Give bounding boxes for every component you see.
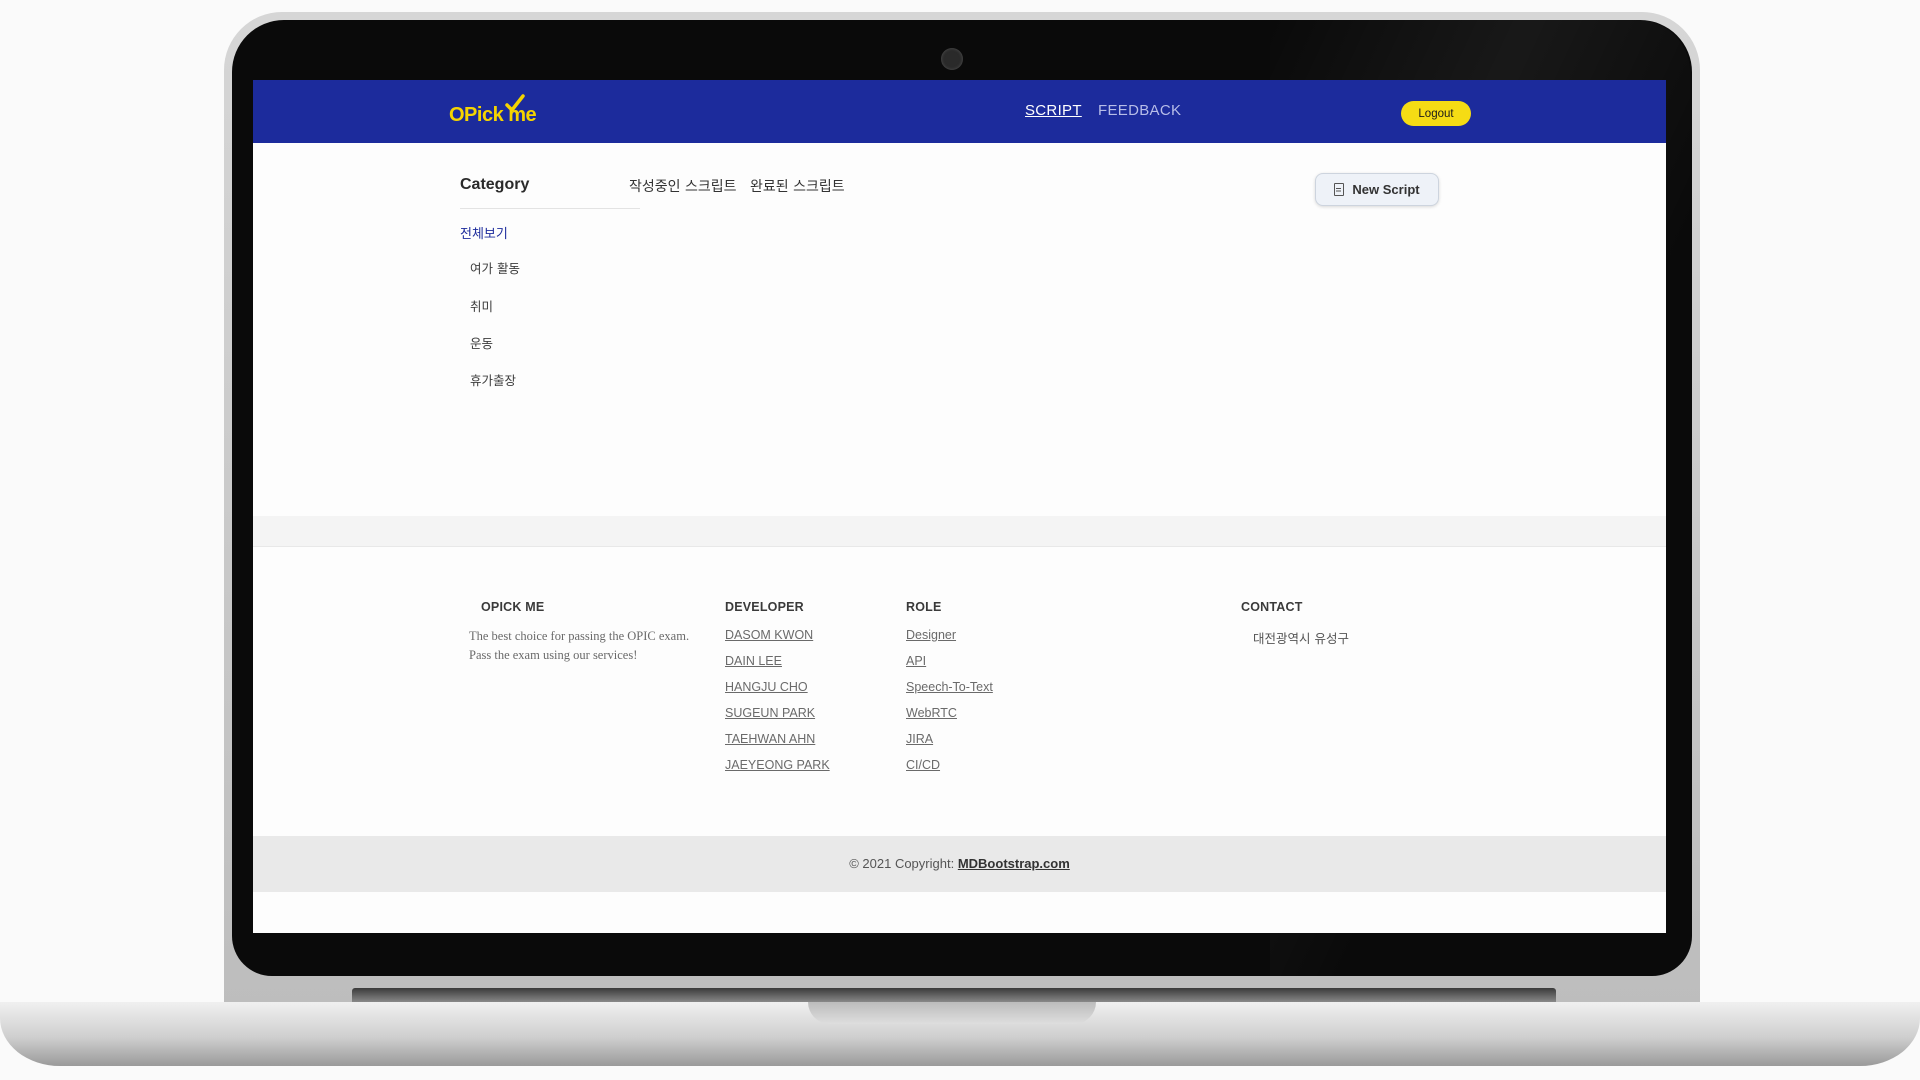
copyright-bar: © 2021 Copyright: MDBootstrap.com bbox=[253, 836, 1666, 892]
footer-contact-text: 대전광역시 유성구 bbox=[1253, 631, 1349, 646]
document-icon bbox=[1334, 183, 1345, 196]
category-all[interactable]: 전체보기 bbox=[460, 223, 508, 242]
category-item-exercise[interactable]: 운동 bbox=[470, 333, 493, 352]
role-link[interactable]: Designer bbox=[906, 628, 956, 642]
role-link[interactable]: Speech-To-Text bbox=[906, 680, 993, 694]
tab-completed-scripts[interactable]: 완료된 스크립트 bbox=[750, 176, 845, 196]
category-item-leisure[interactable]: 여가 활동 bbox=[470, 258, 520, 277]
developer-link[interactable]: DAIN LEE bbox=[725, 654, 782, 668]
logout-button[interactable]: Logout bbox=[1401, 101, 1471, 126]
footer-top-band bbox=[253, 516, 1666, 547]
webcam-icon bbox=[941, 48, 963, 70]
category-title: Category bbox=[460, 176, 530, 193]
category-item-vacation[interactable]: 휴가출장 bbox=[470, 370, 516, 389]
new-script-button[interactable]: New Script bbox=[1315, 173, 1439, 206]
checkmark-icon bbox=[505, 94, 525, 112]
footer-role-title: ROLE bbox=[906, 600, 942, 614]
copyright-text: © 2021 Copyright: MDBootstrap.com bbox=[849, 856, 1070, 871]
category-item-hobby[interactable]: 취미 bbox=[470, 296, 493, 315]
developer-link[interactable]: TAEHWAN AHN bbox=[725, 732, 815, 746]
developer-link[interactable]: SUGEUN PARK bbox=[725, 706, 815, 720]
footer-about-text: The best choice for passing the OPIC exa… bbox=[469, 629, 690, 662]
category-divider bbox=[460, 208, 640, 209]
navbar: OPick me SCRIPT FEEDBACK Logout bbox=[253, 80, 1666, 143]
role-link[interactable]: WebRTC bbox=[906, 706, 957, 720]
developer-link[interactable]: DASOM KWON bbox=[725, 628, 813, 642]
new-script-label: New Script bbox=[1352, 182, 1420, 197]
copyright-link[interactable]: MDBootstrap.com bbox=[958, 856, 1070, 871]
role-link[interactable]: CI/CD bbox=[906, 758, 940, 772]
laptop-hinge bbox=[352, 988, 1556, 1002]
footer-contact-title: CONTACT bbox=[1241, 600, 1303, 614]
tab-in-progress-scripts[interactable]: 작성중인 스크립트 bbox=[629, 176, 737, 196]
laptop-notch bbox=[808, 1002, 1096, 1024]
nav-script-link[interactable]: SCRIPT bbox=[1025, 102, 1082, 119]
logo[interactable]: OPick me bbox=[449, 94, 559, 130]
developer-link[interactable]: HANGJU CHO bbox=[725, 680, 808, 694]
nav-feedback-link[interactable]: FEEDBACK bbox=[1098, 102, 1181, 119]
developer-link[interactable]: JAEYEONG PARK bbox=[725, 758, 830, 772]
app-screen: OPick me SCRIPT FEEDBACK Logout Category… bbox=[253, 80, 1666, 933]
footer-about-title: OPICK ME bbox=[481, 600, 545, 614]
role-link[interactable]: API bbox=[906, 654, 926, 668]
footer-developer-title: DEVELOPER bbox=[725, 600, 804, 614]
role-link[interactable]: JIRA bbox=[906, 732, 933, 746]
